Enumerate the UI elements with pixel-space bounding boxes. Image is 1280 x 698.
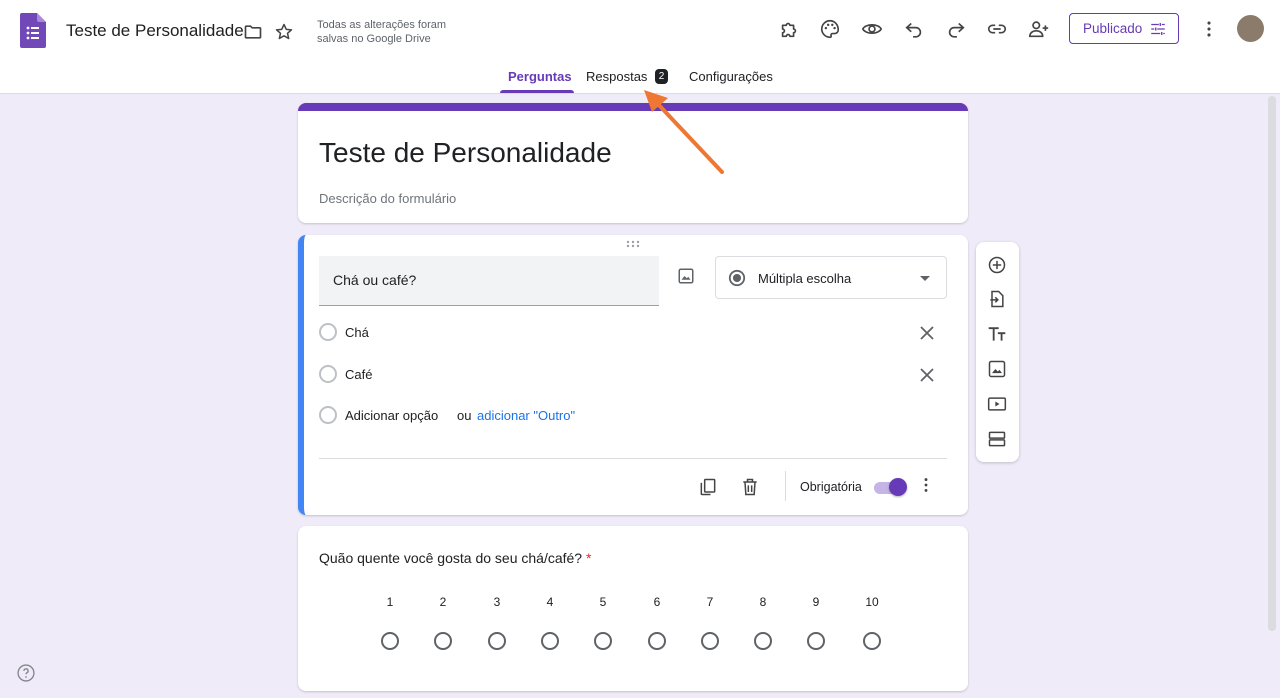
scale-label: 3 bbox=[493, 595, 501, 609]
scale-label: 2 bbox=[439, 595, 447, 609]
or-text: ou bbox=[457, 408, 472, 423]
add-other-link[interactable]: adicionar "Outro" bbox=[477, 408, 575, 423]
add-title-text-icon[interactable] bbox=[985, 322, 1009, 346]
scale-label: 9 bbox=[812, 595, 820, 609]
scale-radio[interactable] bbox=[594, 632, 612, 650]
scale-label: 4 bbox=[546, 595, 554, 609]
user-avatar[interactable] bbox=[1237, 15, 1264, 42]
import-questions-icon[interactable] bbox=[985, 287, 1009, 311]
scale-radio[interactable] bbox=[381, 632, 399, 650]
tab-configuracoes[interactable]: Configurações bbox=[689, 69, 773, 84]
add-image-icon[interactable] bbox=[985, 357, 1009, 381]
page-scrollbar[interactable] bbox=[1268, 96, 1276, 631]
addons-puzzle-icon[interactable] bbox=[777, 17, 801, 41]
question-type-label: Múltipla escolha bbox=[758, 271, 852, 286]
more-options-icon[interactable] bbox=[1197, 17, 1221, 41]
palette-icon[interactable] bbox=[818, 17, 842, 41]
folder-icon[interactable] bbox=[241, 20, 265, 44]
card-footer-divider bbox=[319, 458, 947, 459]
scale-label: 8 bbox=[759, 595, 767, 609]
scale-radio[interactable] bbox=[807, 632, 825, 650]
save-status: Todas as alterações foram salvas no Goog… bbox=[317, 19, 447, 45]
scale-radio[interactable] bbox=[701, 632, 719, 650]
scale-label: 6 bbox=[653, 595, 661, 609]
tab-perguntas[interactable]: Perguntas bbox=[508, 69, 572, 84]
required-toggle[interactable] bbox=[872, 477, 908, 497]
redo-icon[interactable] bbox=[944, 17, 968, 41]
undo-icon[interactable] bbox=[902, 17, 926, 41]
radio-circle-icon bbox=[319, 365, 337, 383]
footer-separator bbox=[785, 471, 786, 501]
radio-circle-icon bbox=[319, 406, 337, 424]
dropdown-caret-icon bbox=[920, 276, 930, 281]
required-label: Obrigatória bbox=[800, 480, 862, 494]
remove-option-icon[interactable] bbox=[915, 321, 939, 345]
option-label[interactable]: Chá bbox=[345, 325, 369, 340]
floating-toolbar bbox=[976, 242, 1019, 462]
required-asterisk: * bbox=[585, 550, 592, 566]
scale-radio[interactable] bbox=[754, 632, 772, 650]
question-type-dropdown[interactable]: Múltipla escolha bbox=[715, 256, 947, 299]
drag-handle-icon[interactable] bbox=[626, 240, 640, 248]
duplicate-icon[interactable] bbox=[696, 475, 720, 499]
add-video-icon[interactable] bbox=[985, 392, 1009, 416]
add-image-icon[interactable] bbox=[677, 267, 695, 290]
scale-label: 5 bbox=[599, 595, 607, 609]
help-icon[interactable] bbox=[16, 663, 36, 688]
option-row[interactable]: Café bbox=[319, 363, 939, 387]
scale-radio[interactable] bbox=[648, 632, 666, 650]
add-section-icon[interactable] bbox=[985, 427, 1009, 451]
scale-radio[interactable] bbox=[488, 632, 506, 650]
document-title[interactable]: Teste de Personalidade bbox=[66, 21, 244, 41]
radio-checked-icon bbox=[728, 269, 746, 287]
scale-label: 1 bbox=[386, 595, 394, 609]
scale-radio[interactable] bbox=[434, 632, 452, 650]
add-collaborator-icon[interactable] bbox=[1027, 17, 1051, 41]
add-question-icon[interactable] bbox=[985, 253, 1009, 277]
app-header: Teste de Personalidade Todas as alteraçõ… bbox=[0, 0, 1280, 94]
scale-label: 10 bbox=[865, 595, 879, 609]
tune-icon bbox=[1151, 23, 1165, 35]
publish-button[interactable]: Publicado bbox=[1069, 13, 1179, 44]
radio-circle-icon bbox=[319, 323, 337, 341]
option-row[interactable]: Chá bbox=[319, 321, 939, 345]
scale-radio[interactable] bbox=[863, 632, 881, 650]
form-title[interactable]: Teste de Personalidade bbox=[319, 137, 612, 169]
publish-label: Publicado bbox=[1083, 21, 1143, 36]
question-card-active[interactable]: Chá ou café? Múltipla escolha Chá Café A… bbox=[298, 235, 968, 515]
option-label[interactable]: Café bbox=[345, 367, 372, 382]
google-forms-icon[interactable] bbox=[20, 13, 46, 48]
question-text: Quão quente você gosta do seu chá/café? bbox=[319, 550, 583, 566]
question-more-options-icon[interactable] bbox=[916, 475, 936, 500]
preview-eye-icon[interactable] bbox=[860, 17, 884, 41]
form-description-field[interactable]: Descrição do formulário bbox=[319, 191, 456, 206]
responses-count-badge: 2 bbox=[655, 69, 668, 84]
remove-option-icon[interactable] bbox=[915, 363, 939, 387]
form-title-card[interactable]: Teste de Personalidade Descrição do form… bbox=[298, 103, 968, 223]
annotation-arrow-icon bbox=[644, 90, 724, 174]
delete-icon[interactable] bbox=[738, 475, 762, 499]
active-tab-indicator bbox=[500, 90, 574, 93]
question-title-input[interactable]: Chá ou café? bbox=[319, 256, 659, 306]
add-option-button[interactable]: Adicionar opção bbox=[345, 408, 438, 423]
toggle-knob bbox=[889, 478, 907, 496]
star-icon[interactable] bbox=[272, 20, 296, 44]
link-icon[interactable] bbox=[985, 17, 1009, 41]
question-card[interactable]: Quão quente você gosta do seu chá/café? … bbox=[298, 526, 968, 691]
scale-radio[interactable] bbox=[541, 632, 559, 650]
scale-label: 7 bbox=[706, 595, 714, 609]
tab-respostas[interactable]: Respostas bbox=[586, 69, 647, 84]
add-option-row: Adicionar opção ou adicionar "Outro" bbox=[319, 404, 939, 428]
question-title: Quão quente você gosta do seu chá/café? … bbox=[319, 550, 591, 566]
